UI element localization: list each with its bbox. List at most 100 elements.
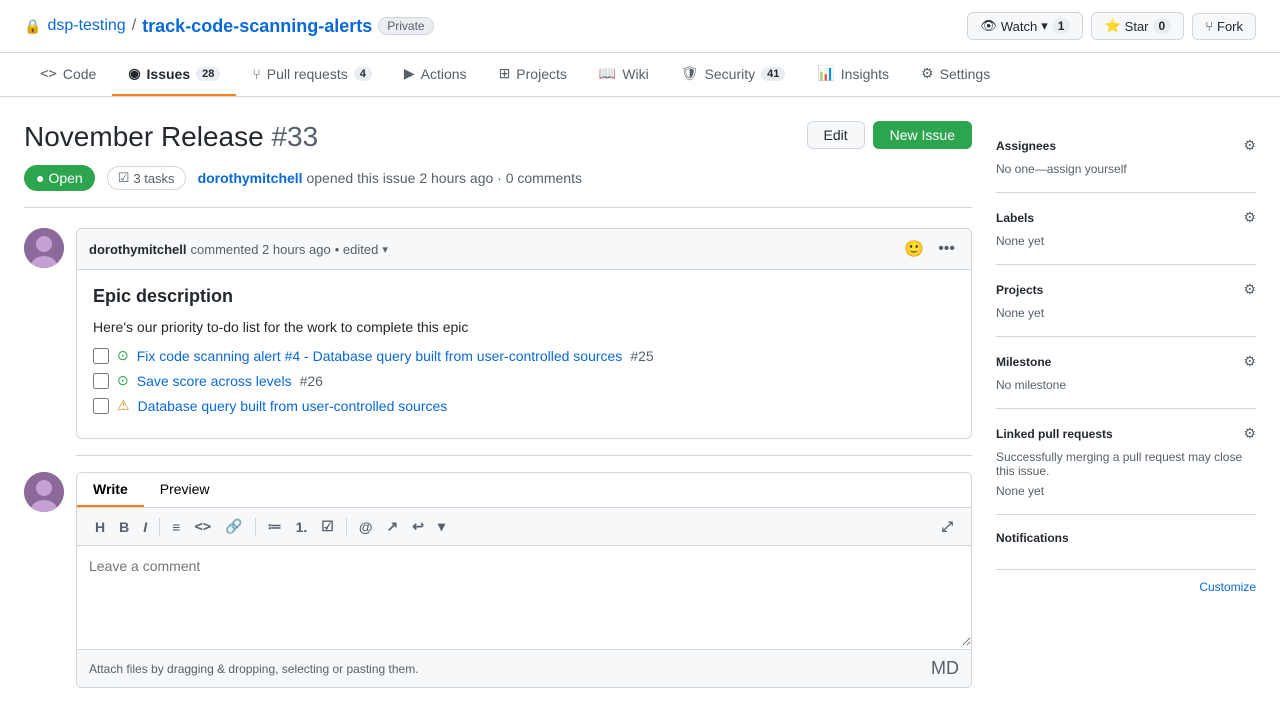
preview-tab[interactable]: Preview (144, 473, 226, 507)
tab-settings[interactable]: ⚙ Settings (905, 53, 1006, 96)
toolbar-link[interactable]: 🔗 (219, 514, 248, 539)
toolbar-undo-chevron[interactable]: ▾ (432, 514, 451, 539)
write-box: Write Preview H B I ≡ <> 🔗 ≔ 1. ☑ @ (76, 472, 972, 688)
edited-chevron[interactable]: ▾ (382, 243, 388, 256)
actions-icon: ▶ (404, 65, 415, 82)
task-link-1[interactable]: Fix code scanning alert #4 - Database qu… (137, 348, 623, 364)
linked-prs-value: None yet (996, 484, 1256, 498)
projects-gear-button[interactable]: ⚙ (1243, 281, 1256, 298)
eye-icon: 👁 (980, 18, 997, 34)
code-icon: <> (40, 66, 57, 82)
watch-label: Watch (1001, 19, 1037, 34)
projects-icon: ⊞ (499, 65, 511, 82)
tab-issues[interactable]: ◉ Issues 28 (112, 53, 236, 96)
comment-edited: • edited (335, 242, 379, 257)
status-text: Open (48, 170, 82, 186)
sidebar-linked-prs-header: Linked pull requests ⚙ (996, 425, 1256, 442)
task-list: ⊙ Fix code scanning alert #4 - Database … (93, 347, 955, 414)
sidebar-notifications-title: Notifications (996, 531, 1069, 545)
write-tab[interactable]: Write (77, 473, 144, 507)
linked-prs-gear-button[interactable]: ⚙ (1243, 425, 1256, 442)
toolbar-ordered-list[interactable]: 1. (290, 515, 314, 539)
tab-issues-label: Issues (147, 66, 191, 82)
assignees-value: No one—assign yourself (996, 162, 1256, 176)
task-item: ⚠ Database query built from user-control… (93, 397, 955, 414)
sidebar-labels-title: Labels (996, 211, 1034, 225)
new-issue-button[interactable]: New Issue (873, 121, 972, 149)
issue-title-text: November Release (24, 121, 264, 152)
task-link-2[interactable]: Save score across levels (137, 373, 292, 389)
toolbar-sep-3 (346, 518, 347, 536)
issues-icon: ◉ (128, 65, 140, 82)
tab-code[interactable]: <> Code (24, 54, 112, 96)
alert-icon-3: ⚠ (117, 397, 130, 414)
labels-gear-button[interactable]: ⚙ (1243, 209, 1256, 226)
task-checkbox-1[interactable] (93, 348, 109, 364)
more-options-button[interactable]: ••• (934, 238, 959, 260)
lock-icon: 🔒 (24, 18, 41, 35)
milestone-gear-button[interactable]: ⚙ (1243, 353, 1256, 370)
task-link-3[interactable]: Database query built from user-controlle… (138, 398, 448, 414)
comment-textarea[interactable] (77, 546, 971, 646)
tab-pull-requests[interactable]: ⑂ Pull requests 4 (236, 54, 387, 96)
projects-value: None yet (996, 306, 1256, 320)
insights-icon: 📊 (817, 65, 834, 82)
edit-button[interactable]: Edit (807, 121, 865, 149)
toolbar-code[interactable]: <> (188, 515, 217, 539)
tab-wiki[interactable]: 📖 Wiki (583, 53, 665, 96)
toolbar-bold[interactable]: B (113, 515, 135, 539)
toolbar-undo[interactable]: ↩ (406, 514, 430, 539)
toolbar-heading[interactable]: H (89, 515, 111, 539)
task-checkbox-2[interactable] (93, 373, 109, 389)
task-issue-num-1: #25 (630, 348, 653, 364)
sidebar-assignees-title: Assignees (996, 139, 1056, 153)
sidebar-projects: Projects ⚙ None yet (996, 265, 1256, 337)
top-header: 🔒 dsp-testing / track-code-scanning-aler… (0, 0, 1280, 53)
avatar (24, 228, 64, 268)
task-item: ⊙ Save score across levels #26 (93, 372, 955, 389)
toolbar-task-list[interactable]: ☑ (315, 514, 340, 539)
repo-owner-link[interactable]: dsp-testing (47, 17, 125, 35)
issue-title-row: November Release #33 Edit New Issue (24, 121, 972, 153)
tab-settings-label: Settings (940, 66, 991, 82)
toolbar-quote[interactable]: ≡ (166, 515, 186, 539)
issue-main: November Release #33 Edit New Issue ● Op… (24, 121, 972, 688)
toolbar-ref[interactable]: ↗ (381, 514, 405, 539)
toolbar-fullscreen[interactable]: ⤢ (936, 514, 959, 539)
tab-actions-label: Actions (421, 66, 467, 82)
smiley-button[interactable]: 🙂 (900, 237, 928, 261)
tasks-text: 3 tasks (133, 171, 174, 186)
write-area-container: Write Preview H B I ≡ <> 🔗 ≔ 1. ☑ @ (24, 472, 972, 688)
repo-name-link[interactable]: track-code-scanning-alerts (142, 16, 372, 37)
task-checkbox-3[interactable] (93, 398, 109, 414)
sidebar-assignees: Assignees ⚙ No one—assign yourself (996, 121, 1256, 193)
fork-button[interactable]: ⑂ Fork (1192, 13, 1256, 40)
toolbar-sep-2 (255, 518, 256, 536)
repo-nav: <> Code ◉ Issues 28 ⑂ Pull requests 4 ▶ … (0, 53, 1280, 97)
watch-button[interactable]: 👁 Watch ▾ 1 (967, 12, 1083, 40)
toolbar-mention[interactable]: @ (353, 515, 379, 539)
shield-icon: 🛡 (681, 65, 699, 82)
sidebar-milestone: Milestone ⚙ No milestone (996, 337, 1256, 409)
tab-insights[interactable]: 📊 Insights (801, 53, 905, 96)
toolbar-unordered-list[interactable]: ≔ (262, 514, 288, 539)
chevron-down-icon: ▾ (1041, 18, 1048, 34)
fork-label: Fork (1217, 19, 1243, 34)
tab-actions[interactable]: ▶ Actions (388, 53, 483, 96)
tab-code-label: Code (63, 66, 96, 82)
visibility-badge: Private (378, 17, 433, 35)
star-button[interactable]: ⭐ Star 0 (1091, 12, 1184, 40)
assignees-gear-button[interactable]: ⚙ (1243, 137, 1256, 154)
comment-container: dorothymitchell commented 2 hours ago • … (24, 228, 972, 439)
tab-projects-label: Projects (516, 66, 567, 82)
in-progress-icon-1: ⊙ (117, 347, 129, 364)
author-link[interactable]: dorothymitchell (198, 170, 303, 186)
tab-projects[interactable]: ⊞ Projects (483, 53, 583, 96)
opened-text: opened this issue 2 hours ago · 0 commen… (306, 170, 582, 186)
customize-link[interactable]: Customize (1199, 580, 1256, 594)
toolbar-italic[interactable]: I (137, 515, 153, 539)
watch-count: 1 (1052, 18, 1071, 34)
tab-security[interactable]: 🛡 Security 41 (665, 53, 802, 96)
tab-security-label: Security (705, 66, 756, 82)
task-item: ⊙ Fix code scanning alert #4 - Database … (93, 347, 955, 364)
